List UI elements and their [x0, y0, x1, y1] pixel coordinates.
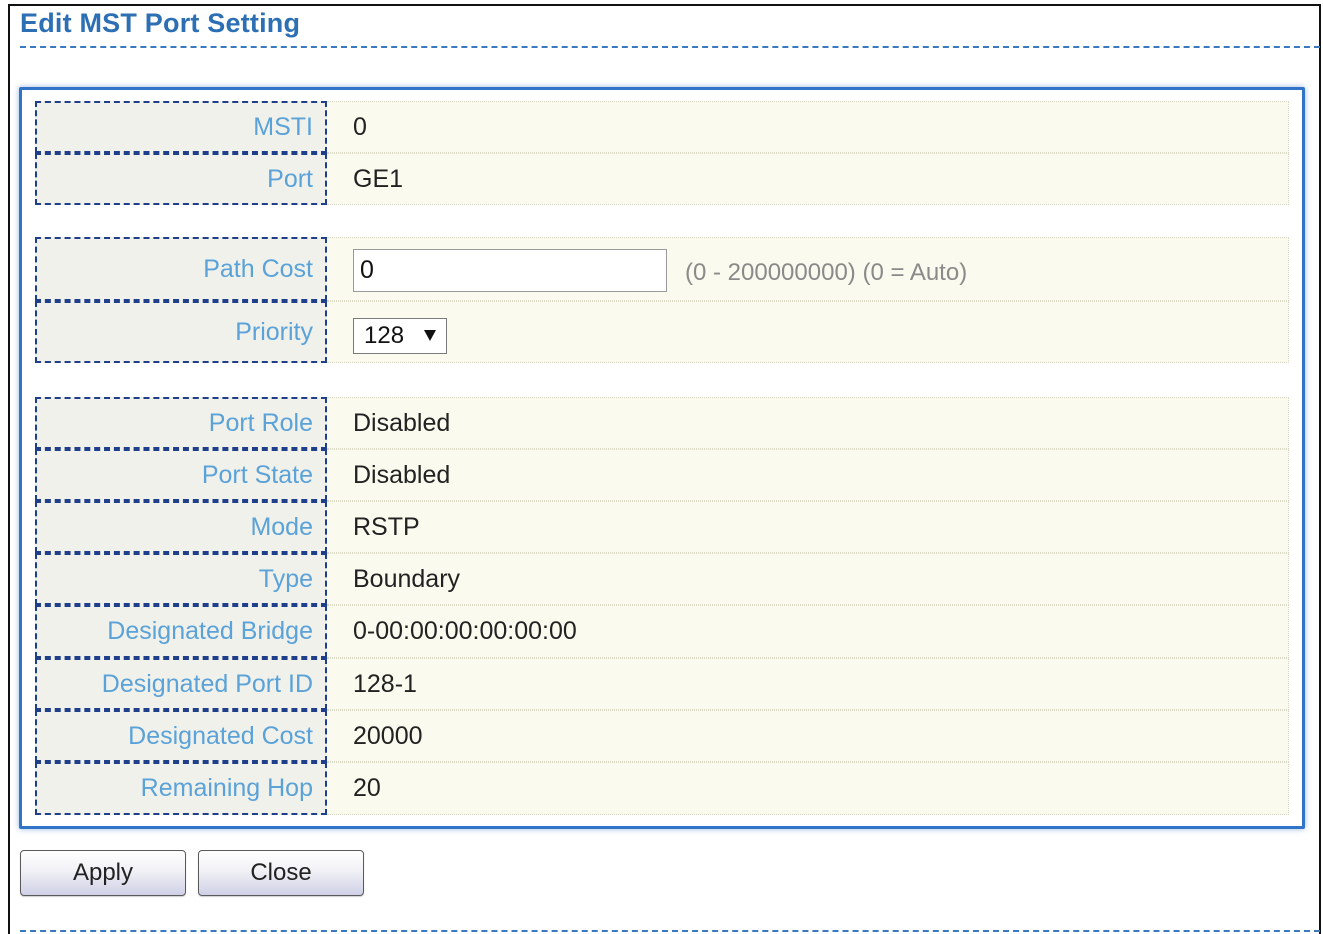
port-state-value: Disabled: [327, 449, 1289, 501]
priority-cell: 128: [327, 301, 1289, 363]
row-priority: Priority 128: [35, 301, 1289, 363]
path-cost-label: Path Cost: [35, 237, 327, 301]
priority-select[interactable]: 128: [353, 318, 447, 354]
remaining-hop-label: Remaining Hop: [35, 762, 327, 815]
row-port: Port GE1: [35, 153, 1289, 205]
row-mode: Mode RSTP: [35, 501, 1289, 553]
port-state-label: Port State: [35, 449, 327, 501]
row-path-cost: Path Cost (0 - 200000000) (0 = Auto): [35, 237, 1289, 301]
remaining-hop-value: 20: [327, 762, 1289, 815]
chevron-down-icon: [424, 330, 436, 341]
row-msti: MSTI 0: [35, 101, 1289, 153]
designated-cost-value: 20000: [327, 710, 1289, 762]
mode-value: RSTP: [327, 501, 1289, 553]
designated-bridge-label: Designated Bridge: [35, 605, 327, 658]
priority-selected-value: 128: [364, 322, 405, 349]
port-value: GE1: [327, 153, 1289, 205]
row-designated-port-id: Designated Port ID 128-1: [35, 658, 1289, 710]
path-cost-cell: (0 - 200000000) (0 = Auto): [327, 237, 1289, 301]
port-label: Port: [35, 153, 327, 205]
row-type: Type Boundary: [35, 553, 1289, 605]
designated-port-id-label: Designated Port ID: [35, 658, 327, 710]
row-designated-cost: Designated Cost 20000: [35, 710, 1289, 762]
designated-cost-label: Designated Cost: [35, 710, 327, 762]
path-cost-hint: (0 - 200000000) (0 = Auto): [685, 259, 968, 286]
type-label: Type: [35, 553, 327, 605]
msti-value: 0: [327, 101, 1289, 153]
path-cost-input[interactable]: [353, 249, 667, 292]
footer-divider: [20, 930, 1320, 932]
row-port-role: Port Role Disabled: [35, 397, 1289, 449]
port-role-value: Disabled: [327, 397, 1289, 449]
row-port-state: Port State Disabled: [35, 449, 1289, 501]
msti-label: MSTI: [35, 101, 327, 153]
row-designated-bridge: Designated Bridge 0-00:00:00:00:00:00: [35, 605, 1289, 658]
priority-label: Priority: [35, 301, 327, 363]
title-divider: [20, 46, 1320, 48]
row-remaining-hop: Remaining Hop 20: [35, 762, 1289, 815]
page-title: Edit MST Port Setting: [20, 8, 301, 38]
close-button[interactable]: Close: [198, 850, 364, 896]
type-value: Boundary: [327, 553, 1289, 605]
port-role-label: Port Role: [35, 397, 327, 449]
apply-button[interactable]: Apply: [20, 850, 186, 896]
designated-port-id-value: 128-1: [327, 658, 1289, 710]
mode-label: Mode: [35, 501, 327, 553]
designated-bridge-value: 0-00:00:00:00:00:00: [327, 605, 1289, 658]
